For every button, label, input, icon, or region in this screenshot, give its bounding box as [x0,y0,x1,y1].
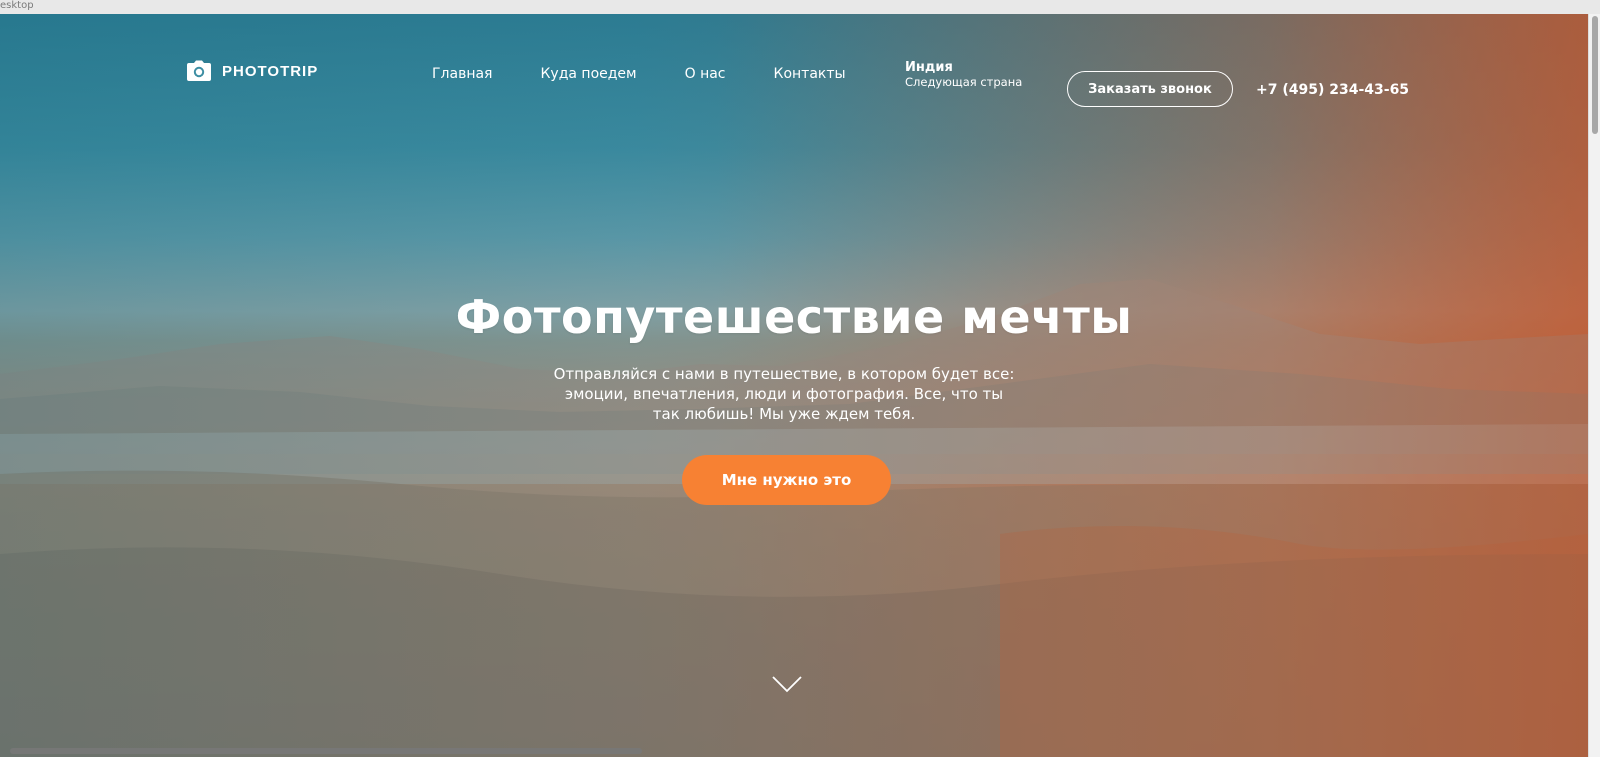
horizontal-scrollbar[interactable] [0,747,1588,757]
hero-section: PHOTOTRIP Главная Куда поедем О нас Конт… [0,14,1588,757]
site-header: PHOTOTRIP Главная Куда поедем О нас Конт… [0,56,1588,107]
hero-subtitle: Отправляйся с нами в путешествие, в кото… [553,365,1015,423]
next-country-label: Следующая страна [905,75,1023,89]
nav-item-about[interactable]: О нас [685,66,726,82]
window-title: esktop [0,0,34,11]
nav-item-home[interactable]: Главная [432,66,492,82]
hero-title: Фотопутешествие мечты [455,290,1133,344]
vertical-scrollbar[interactable] [1588,14,1600,757]
vertical-scrollbar-thumb[interactable] [1592,16,1598,134]
next-country: Индия Следующая страна [905,60,1022,90]
phone-number[interactable]: +7 (495) 234-43-65 [1256,82,1409,98]
request-call-button[interactable]: Заказать звонок [1067,71,1233,107]
chevron-down-icon[interactable] [771,674,803,694]
camera-icon [186,60,212,82]
cta-button[interactable]: Мне нужно это [682,455,891,505]
nav-item-destinations[interactable]: Куда поедем [540,66,636,82]
horizontal-scrollbar-thumb[interactable] [10,748,642,754]
main-nav: Главная Куда поедем О нас Контакты [432,66,846,82]
logo[interactable]: PHOTOTRIP [186,60,318,82]
logo-text: PHOTOTRIP [222,62,319,80]
nav-item-contacts[interactable]: Контакты [774,66,846,82]
next-country-name: Индия [905,60,953,75]
